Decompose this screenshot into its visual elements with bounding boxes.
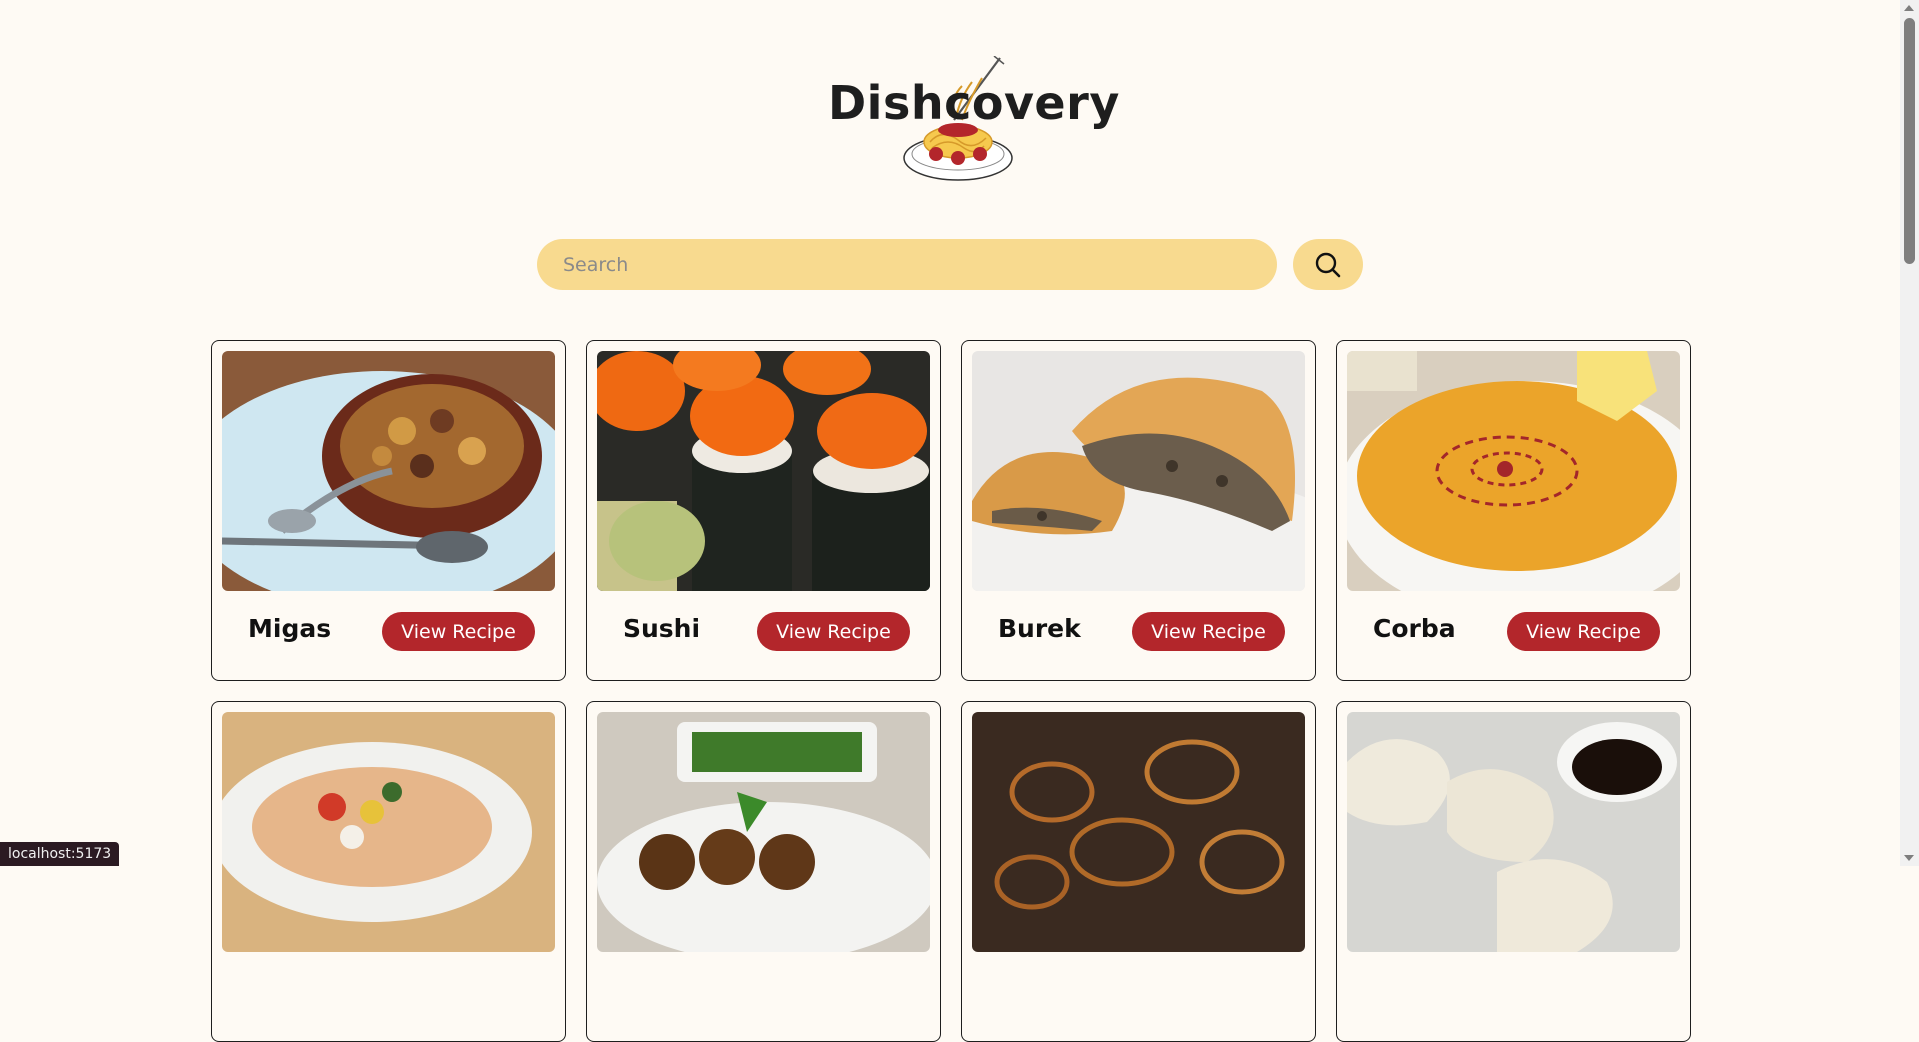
recipe-image[interactable] [597, 712, 930, 952]
recipe-image-corba[interactable] [1347, 351, 1680, 591]
recipe-card [586, 701, 941, 1042]
view-recipe-button[interactable]: View Recipe [1132, 612, 1285, 651]
search-input[interactable] [537, 239, 1277, 290]
recipe-image[interactable] [1347, 712, 1680, 952]
recipe-title: Migas [248, 614, 332, 643]
scroll-thumb[interactable] [1904, 18, 1915, 264]
scrollbar[interactable] [1900, 0, 1919, 866]
recipe-card [211, 701, 566, 1042]
brand-name: Dishcovery [828, 76, 1120, 130]
search-bar [537, 239, 1363, 290]
recipe-grid: Migas View Recipe Sushi View Recipe Bure… [211, 340, 1692, 1042]
recipe-card: Migas View Recipe [211, 340, 566, 681]
recipe-title: Burek [998, 614, 1081, 643]
recipe-title: Sushi [623, 614, 701, 643]
recipe-card: Burek View Recipe [961, 340, 1316, 681]
recipe-image-sushi[interactable] [597, 351, 930, 591]
recipe-image-burek[interactable] [972, 351, 1305, 591]
recipe-card [1336, 701, 1691, 1042]
recipe-image[interactable] [222, 712, 555, 952]
scroll-down-icon[interactable] [1904, 855, 1914, 861]
recipe-image[interactable] [972, 712, 1305, 952]
view-recipe-button[interactable]: View Recipe [757, 612, 910, 651]
status-url: localhost:5173 [0, 842, 120, 866]
view-recipe-button[interactable]: View Recipe [1507, 612, 1660, 651]
recipe-title: Corba [1373, 614, 1456, 643]
recipe-card [961, 701, 1316, 1042]
recipe-card: Corba View Recipe [1336, 340, 1691, 681]
recipe-image-migas[interactable] [222, 351, 555, 591]
brand-logo[interactable]: Dishcovery [828, 56, 1119, 186]
recipe-card: Sushi View Recipe [586, 340, 941, 681]
scroll-up-icon[interactable] [1904, 5, 1914, 11]
page: Dishcovery Search Migas View Recipe Sush… [0, 0, 1900, 1042]
search-icon [1315, 252, 1341, 277]
search-button[interactable] [1293, 239, 1363, 290]
view-recipe-button[interactable]: View Recipe [382, 612, 535, 651]
